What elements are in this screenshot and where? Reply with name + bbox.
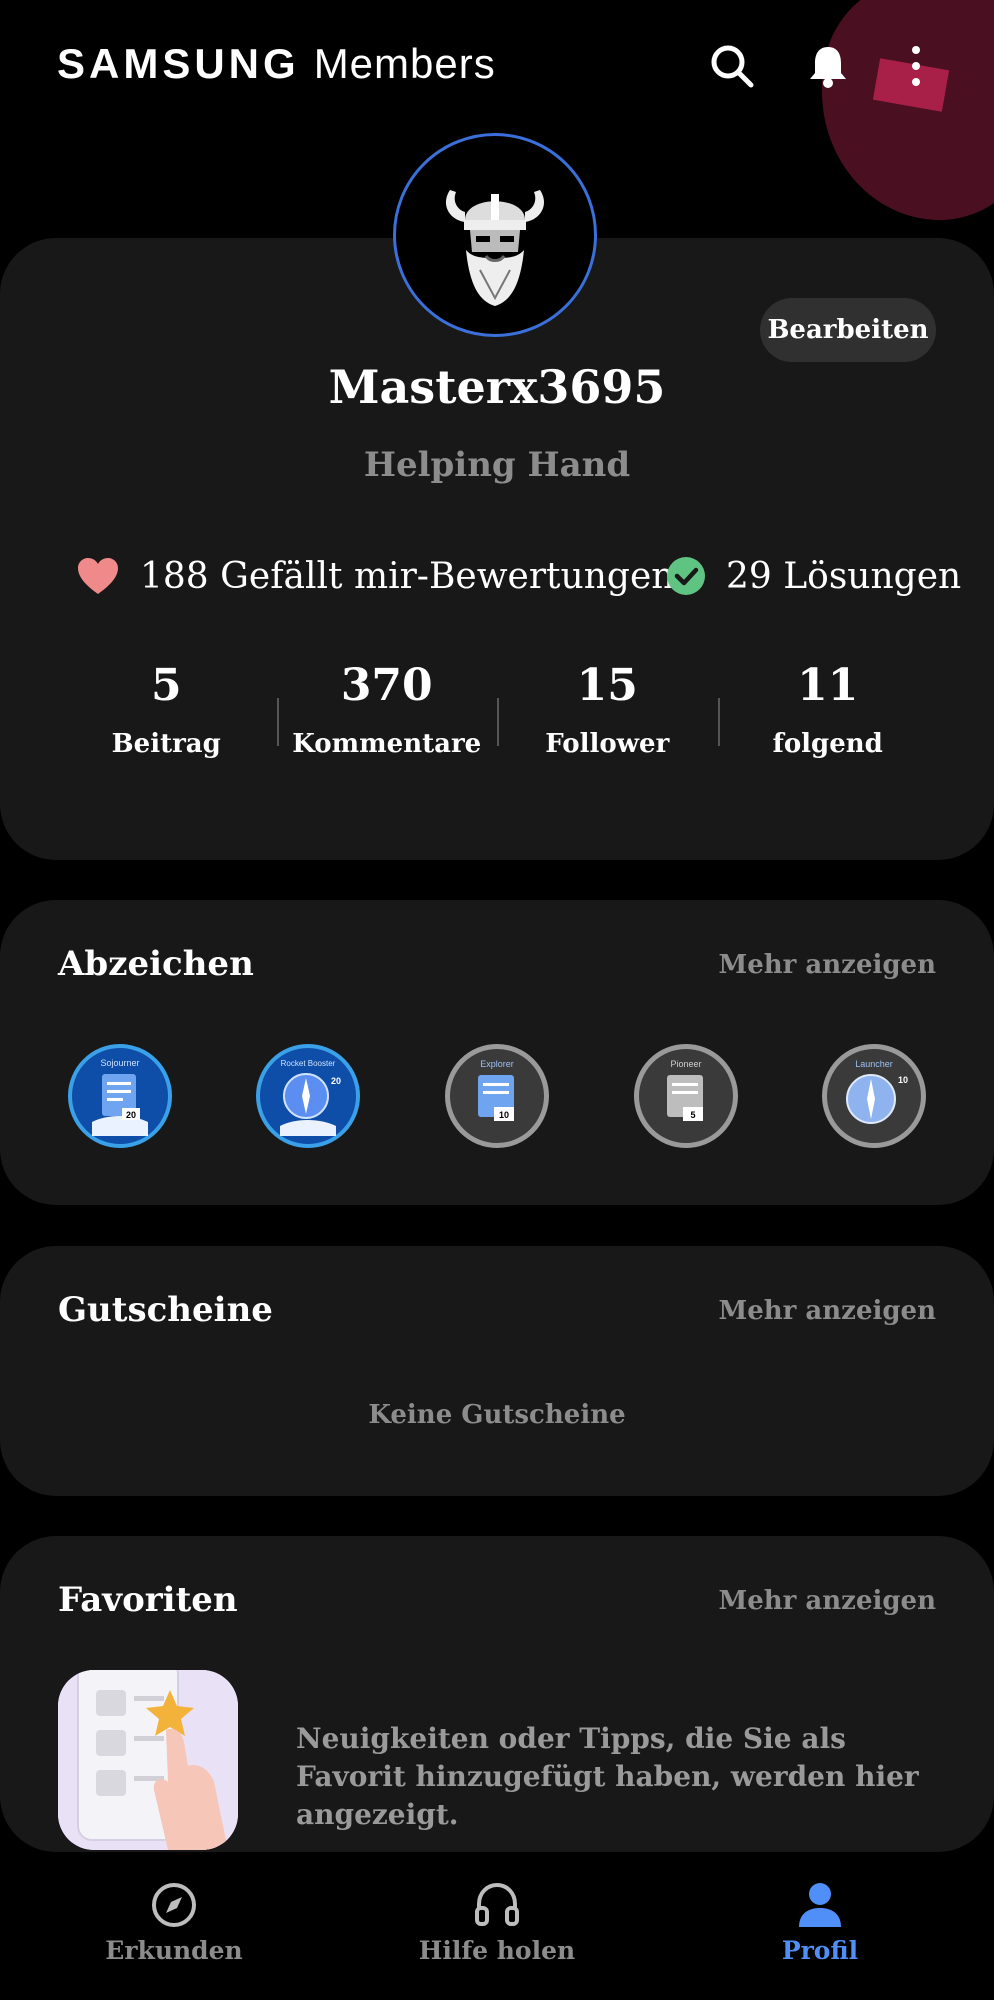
favorites-title: Favoriten (58, 1580, 238, 1620)
user-rank: Helping Hand (363, 445, 631, 485)
badge-level: 20 (331, 1076, 341, 1086)
badge-rocket-booster[interactable]: Rocket Booster 20 (256, 1044, 360, 1148)
vouchers-title: Gutscheine (58, 1290, 273, 1330)
headset-icon (387, 1878, 607, 1932)
nav-profile-label: Profil (781, 1936, 859, 1965)
badge-sojourner-icon: Sojourner 20 (92, 1058, 148, 1136)
nav-explore[interactable]: Erkunden (64, 1878, 284, 1965)
solutions-count-label: 29 Lösungen (726, 555, 962, 597)
count-followers[interactable]: 15 Follower (497, 660, 718, 780)
likes-count-label: 188 Gefällt mir-Bewertungen (140, 555, 675, 597)
badges-title: Abzeichen (58, 944, 254, 984)
badge-launcher-icon: Launcher 10 (846, 1059, 908, 1124)
badge-name: Launcher (855, 1059, 893, 1069)
profile-counts: 5 Beitrag 370 Kommentare 15 Follower 11 … (56, 660, 938, 780)
badge-explorer-icon: Explorer 10 (478, 1059, 514, 1121)
count-label: Beitrag (111, 729, 221, 759)
badge-level: 10 (898, 1075, 908, 1085)
badges-card: Abzeichen Mehr anzeigen Sojourner 20 Roc… (0, 900, 994, 1205)
likes-stat[interactable]: 188 Gefällt mir-Bewertungen (76, 546, 674, 606)
more-vertical-icon (912, 46, 920, 86)
count-label: Follower (545, 729, 670, 759)
count-comments[interactable]: 370 Kommentare (276, 660, 498, 780)
solutions-stat[interactable]: 29 Lösungen (666, 546, 961, 606)
count-label: Kommentare (292, 729, 482, 759)
nav-get-help[interactable]: Hilfe holen (387, 1878, 607, 1965)
favorites-illustration-image (58, 1670, 238, 1850)
badge-launcher[interactable]: Launcher 10 (822, 1044, 926, 1148)
badge-pioneer-icon: Pioneer 5 (667, 1059, 703, 1121)
badge-sojourner[interactable]: Sojourner 20 (68, 1044, 172, 1148)
vouchers-card: Gutscheine Mehr anzeigen Keine Gutschein… (0, 1246, 994, 1496)
badge-name: Sojourner (100, 1058, 139, 1068)
search-button[interactable] (704, 38, 760, 94)
heart-icon (76, 556, 120, 596)
compass-icon (64, 1878, 284, 1932)
badges-more-link[interactable]: Mehr anzeigen (718, 950, 936, 980)
edit-profile-button[interactable]: Bearbeiten (760, 298, 936, 362)
count-following[interactable]: 11 folgend (717, 660, 939, 780)
favorites-card: Favoriten Mehr anzeigen Neuigkeiten oder… (0, 1536, 994, 1852)
decorative-blob (822, 0, 994, 220)
count-value: 370 (340, 660, 433, 711)
viking-avatar-image (445, 190, 545, 306)
check-circle-icon (666, 556, 706, 596)
count-value: 15 (576, 660, 638, 711)
search-icon (711, 45, 754, 88)
badge-pioneer[interactable]: Pioneer 5 (634, 1044, 738, 1148)
username: Masterx3695 (328, 360, 666, 414)
vouchers-empty-text: Keine Gutscheine (368, 1400, 626, 1430)
count-posts[interactable]: 5 Beitrag (56, 660, 277, 780)
avatar[interactable] (393, 133, 597, 337)
app-bar: SAMSUNG Members (0, 0, 994, 220)
favorites-empty-text: Neuigkeiten oder Tipps, die Sie als Favo… (296, 1722, 919, 1831)
more-options-button[interactable] (888, 38, 944, 94)
app-logo: SAMSUNG Members (57, 40, 496, 88)
badge-name: Rocket Booster (281, 1059, 336, 1068)
vouchers-more-link[interactable]: Mehr anzeigen (718, 1296, 936, 1326)
favorites-illustration (58, 1670, 238, 1850)
bottom-navigation: Erkunden Hilfe holen Profil (0, 1852, 994, 2000)
count-value: 11 (797, 660, 859, 711)
badge-level: 5 (690, 1110, 695, 1120)
nav-profile[interactable]: Profil (710, 1878, 930, 1965)
badge-explorer[interactable]: Explorer 10 (445, 1044, 549, 1148)
badge-level: 20 (126, 1110, 136, 1120)
badge-name: Explorer (480, 1059, 514, 1069)
person-icon (710, 1878, 930, 1932)
bell-icon (810, 47, 846, 88)
brand-members: Members (313, 40, 496, 87)
favorites-more-link[interactable]: Mehr anzeigen (718, 1586, 936, 1616)
badge-rocket-booster-icon: Rocket Booster 20 (280, 1059, 341, 1136)
brand-samsung: SAMSUNG (57, 40, 300, 87)
badge-level: 10 (499, 1110, 509, 1120)
count-label: folgend (772, 729, 883, 759)
nav-get-help-label: Hilfe holen (418, 1936, 576, 1965)
count-value: 5 (150, 660, 182, 711)
notifications-button[interactable] (800, 38, 856, 94)
nav-explore-label: Erkunden (105, 1936, 243, 1965)
badge-name: Pioneer (670, 1059, 701, 1069)
